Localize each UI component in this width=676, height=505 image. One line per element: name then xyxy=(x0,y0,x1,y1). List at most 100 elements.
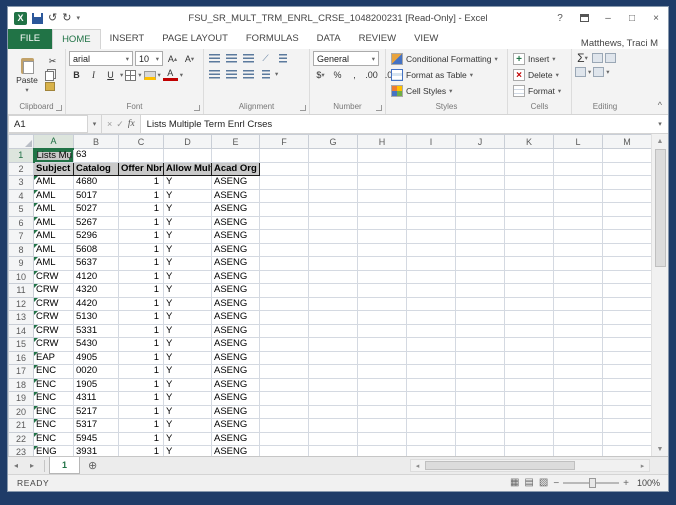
expand-formula-bar-icon[interactable]: ▾ xyxy=(652,115,668,133)
cell-F13[interactable] xyxy=(259,310,309,325)
cell-A1[interactable]: Lists Mu xyxy=(33,148,74,163)
cell-I19[interactable] xyxy=(406,391,456,406)
row-header-22[interactable]: 22 xyxy=(8,431,34,446)
cell-L4[interactable] xyxy=(553,188,603,203)
cell-I4[interactable] xyxy=(406,188,456,203)
row-header-14[interactable]: 14 xyxy=(8,323,34,338)
cell-C19[interactable]: 1 xyxy=(118,391,164,406)
cell-A22[interactable]: ENC xyxy=(33,431,74,446)
cell-E19[interactable]: ASENG xyxy=(211,391,260,406)
cell-E13[interactable]: ASENG xyxy=(211,310,260,325)
cell-F16[interactable] xyxy=(259,350,309,365)
cell-K10[interactable] xyxy=(504,269,554,284)
cell-L3[interactable] xyxy=(553,175,603,190)
align-left-icon[interactable] xyxy=(207,67,222,81)
cell-C8[interactable]: 1 xyxy=(118,242,164,257)
cell-K5[interactable] xyxy=(504,202,554,217)
cell-D15[interactable]: Y xyxy=(163,337,212,352)
cell-L17[interactable] xyxy=(553,364,603,379)
cell-A12[interactable]: CRW xyxy=(33,296,74,311)
maximize-button[interactable]: □ xyxy=(620,8,644,28)
cell-C4[interactable]: 1 xyxy=(118,188,164,203)
cell-J9[interactable] xyxy=(455,256,505,271)
bold-button[interactable]: B xyxy=(69,68,84,82)
cell-D11[interactable]: Y xyxy=(163,283,212,298)
view-page-layout-icon[interactable]: ▤ xyxy=(524,478,533,488)
cell-B7[interactable]: 5296 xyxy=(73,229,119,244)
cell-H4[interactable] xyxy=(357,188,407,203)
cell-F12[interactable] xyxy=(259,296,309,311)
cell-G17[interactable] xyxy=(308,364,358,379)
cell-J20[interactable] xyxy=(455,404,505,419)
cell-E18[interactable]: ASENG xyxy=(211,377,260,392)
insert-function-icon[interactable]: fx xyxy=(128,119,135,129)
cell-K20[interactable] xyxy=(504,404,554,419)
tab-home[interactable]: HOME xyxy=(52,29,101,49)
cell-J8[interactable] xyxy=(455,242,505,257)
horizontal-scroll-thumb[interactable] xyxy=(425,461,575,470)
fill-color-chevron-icon[interactable]: ▾ xyxy=(158,71,161,79)
cell-K12[interactable] xyxy=(504,296,554,311)
cell-D10[interactable]: Y xyxy=(163,269,212,284)
cell-M23[interactable] xyxy=(602,445,652,456)
row-header-20[interactable]: 20 xyxy=(8,404,34,419)
cell-K7[interactable] xyxy=(504,229,554,244)
sheet-tab-1[interactable]: 1 xyxy=(49,457,81,474)
cell-C21[interactable]: 1 xyxy=(118,418,164,433)
row-header-1[interactable]: 1 xyxy=(8,148,35,163)
cell-M11[interactable] xyxy=(602,283,652,298)
cell-H2[interactable] xyxy=(357,161,407,176)
cell-M10[interactable] xyxy=(602,269,652,284)
cell-B8[interactable]: 5608 xyxy=(73,242,119,257)
cell-F17[interactable] xyxy=(259,364,309,379)
cell-B21[interactable]: 5317 xyxy=(73,418,119,433)
cell-D2[interactable]: Allow Mult xyxy=(163,161,212,176)
align-middle-icon[interactable] xyxy=(224,51,239,65)
cell-L22[interactable] xyxy=(553,431,603,446)
cell-I12[interactable] xyxy=(406,296,456,311)
cell-C17[interactable]: 1 xyxy=(118,364,164,379)
cell-B13[interactable]: 5130 xyxy=(73,310,119,325)
signed-in-user[interactable]: Matthews, Traci M xyxy=(581,38,668,49)
cell-D12[interactable]: Y xyxy=(163,296,212,311)
cell-A8[interactable]: AML xyxy=(33,242,74,257)
shrink-font-button[interactable]: A ▾ xyxy=(182,52,197,66)
cell-L21[interactable] xyxy=(553,418,603,433)
cell-H16[interactable] xyxy=(357,350,407,365)
cell-F21[interactable] xyxy=(259,418,309,433)
cell-M3[interactable] xyxy=(602,175,652,190)
cell-L23[interactable] xyxy=(553,445,603,456)
cell-J1[interactable] xyxy=(455,148,505,163)
accounting-format-button[interactable]: $ ▾ xyxy=(313,68,328,82)
cell-L13[interactable] xyxy=(553,310,603,325)
cell-G21[interactable] xyxy=(308,418,358,433)
tab-page-layout[interactable]: PAGE LAYOUT xyxy=(153,29,237,49)
cell-G1[interactable] xyxy=(308,148,358,163)
cell-J6[interactable] xyxy=(455,215,505,230)
cell-E23[interactable]: ASENG xyxy=(211,445,260,456)
cell-H3[interactable] xyxy=(357,175,407,190)
cell-F2[interactable] xyxy=(259,161,309,176)
cell-F9[interactable] xyxy=(259,256,309,271)
cell-C9[interactable]: 1 xyxy=(118,256,164,271)
font-color-chevron-icon[interactable]: ▾ xyxy=(180,71,183,79)
cell-L15[interactable] xyxy=(553,337,603,352)
cell-B15[interactable]: 5430 xyxy=(73,337,119,352)
cell-H19[interactable] xyxy=(357,391,407,406)
tab-formulas[interactable]: FORMULAS xyxy=(237,29,308,49)
tab-insert[interactable]: INSERT xyxy=(101,29,154,49)
cell-D22[interactable]: Y xyxy=(163,431,212,446)
cell-E20[interactable]: ASENG xyxy=(211,404,260,419)
cell-D20[interactable]: Y xyxy=(163,404,212,419)
cell-A20[interactable]: ENC xyxy=(33,404,74,419)
copy-icon[interactable] xyxy=(45,71,54,81)
cell-L14[interactable] xyxy=(553,323,603,338)
cell-H18[interactable] xyxy=(357,377,407,392)
cell-H17[interactable] xyxy=(357,364,407,379)
cell-C20[interactable]: 1 xyxy=(118,404,164,419)
zoom-level[interactable]: 100% xyxy=(634,478,660,488)
percent-style-button[interactable]: % xyxy=(330,68,345,82)
cell-J22[interactable] xyxy=(455,431,505,446)
cell-E4[interactable]: ASENG xyxy=(211,188,260,203)
cell-I16[interactable] xyxy=(406,350,456,365)
